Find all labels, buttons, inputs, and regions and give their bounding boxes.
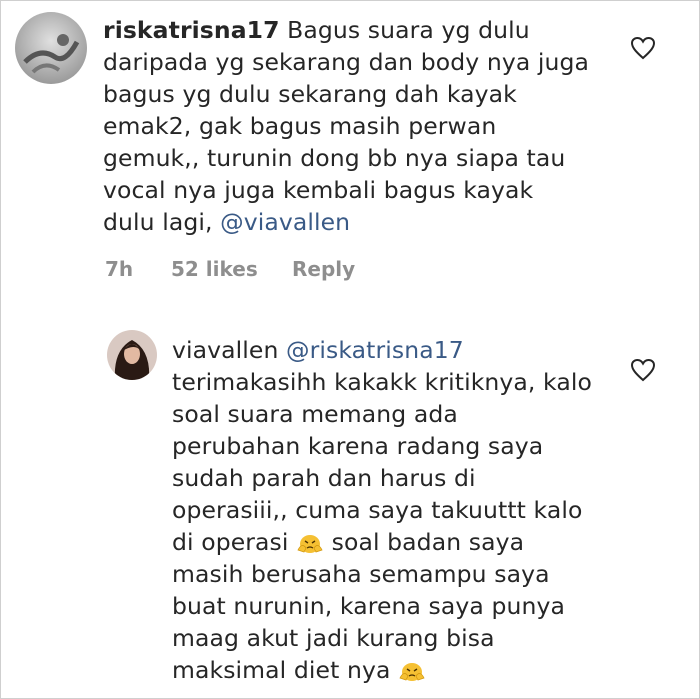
comment-line: gemuk,, turunin dong bb nya siapa tau <box>103 144 566 172</box>
like-reply-heart-icon[interactable] <box>630 358 656 382</box>
comment-meta: 7h 52 likes Reply <box>105 257 355 281</box>
reply-line: terimakasihh kakakk kritiknya, kalo <box>172 368 592 396</box>
comment-line: bagus yg dulu sekarang dah kayak <box>103 80 517 108</box>
comment-line: dulu lagi, <box>103 208 221 236</box>
commenter-avatar[interactable] <box>15 12 87 84</box>
comment-line: emak2, gak bagus masih perwan <box>103 112 497 140</box>
like-comment-heart-icon[interactable] <box>630 36 656 60</box>
reply-line: soal suara memang ada <box>172 400 458 428</box>
reply-line: operasiii,, cuma saya takuuttt kalo <box>172 496 583 524</box>
reply-line: buat nurunin, karena saya punya <box>172 592 565 620</box>
comment-like-count[interactable]: 52 likes <box>171 257 292 281</box>
commenter-username[interactable]: riskatrisna17 <box>103 16 280 44</box>
replier-username[interactable]: viavallen <box>172 336 278 364</box>
reply-line: sudah parah dan harus di <box>172 464 476 492</box>
reply-line: soal badan saya <box>324 528 525 556</box>
comment-timestamp: 7h <box>105 257 134 281</box>
comment-line: daripada yg sekarang dan body nya juga <box>103 48 590 76</box>
comment-body: riskatrisna17 Bagus suara yg dulu daripa… <box>103 14 589 238</box>
reply-body: viavallen @riskatrisna17 terimakasihh ka… <box>172 334 592 686</box>
reply-line: maag akut jadi kurang bisa <box>172 624 495 652</box>
reply-line: masih berusaha semampu saya <box>172 560 550 588</box>
reply-mention-link[interactable]: @riskatrisna17 <box>286 336 464 364</box>
comment-line: Bagus suara yg dulu <box>287 16 530 44</box>
reply-line: maksimal diet nya <box>172 656 399 684</box>
reply-line: perubahan karena radang saya <box>172 432 544 460</box>
reply-line: di operasi <box>172 528 297 556</box>
comment-line: vocal nya juga kembali bagus kayak <box>103 176 534 204</box>
replier-avatar[interactable] <box>107 330 157 380</box>
pleading-face-emoji-icon <box>398 658 426 682</box>
comment-mention-link[interactable]: @viavallen <box>220 208 350 236</box>
pleading-face-emoji-icon <box>296 530 324 554</box>
reply-button[interactable]: Reply <box>292 257 355 281</box>
